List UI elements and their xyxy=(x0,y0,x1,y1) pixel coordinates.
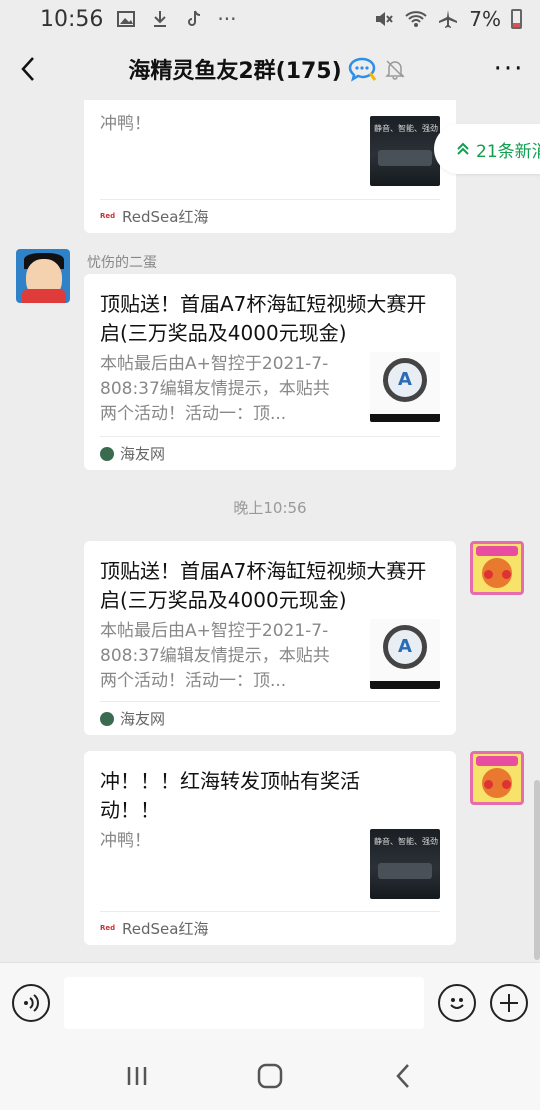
chat-area[interactable]: 冲鸭！ 静音、智能、强劲 Red RedSea红海 21条新消 忧伤的二蛋 顶贴… xyxy=(0,100,540,962)
link-card[interactable]: 冲！！！红海转发顶帖有奖活动！！ 冲鸭！ 静音、智能、强劲 Red RedSea… xyxy=(84,751,456,945)
card-thumbnail: 静音、智能、强劲 xyxy=(370,829,440,899)
smiley-icon xyxy=(450,997,464,1009)
back-button[interactable] xyxy=(0,38,56,100)
timestamp: 晚上10:56 xyxy=(233,499,307,517)
image-icon xyxy=(115,8,137,30)
thumbnail-text: 静音、智能、强劲 xyxy=(374,837,438,846)
card-source: 海友网 xyxy=(100,701,440,735)
more-options-button[interactable]: ··· xyxy=(478,38,540,100)
input-bar xyxy=(0,962,540,1042)
scrollbar[interactable] xyxy=(534,780,540,960)
avatar[interactable] xyxy=(16,249,70,303)
card-thumbnail: A xyxy=(370,619,440,689)
group-name: 海精灵鱼友2群(175) xyxy=(128,59,342,84)
source-name: 海友网 xyxy=(120,710,166,728)
card-source: Red RedSea红海 xyxy=(100,911,440,945)
download-icon xyxy=(149,8,171,30)
system-nav-bar xyxy=(0,1042,540,1110)
recent-apps-icon xyxy=(127,1067,146,1085)
double-chevron-up-icon xyxy=(457,142,469,155)
card-thumbnail: A xyxy=(370,352,440,422)
new-messages-button[interactable]: 21条新消 xyxy=(434,124,540,174)
card-source: Red RedSea红海 xyxy=(100,199,440,233)
voice-icon xyxy=(24,993,39,1012)
back-chevron-icon xyxy=(21,57,34,81)
thumbnail-letter: A xyxy=(398,636,412,657)
haiyou-logo-icon xyxy=(100,711,114,726)
tiktok-icon xyxy=(183,8,205,30)
card-description: 冲鸭！ xyxy=(100,114,151,134)
chat-bubble-icon xyxy=(348,57,376,82)
redsea-logo-icon: Red xyxy=(100,923,116,932)
more-dots-icon: ··· xyxy=(217,7,237,31)
status-time: 10:56 xyxy=(40,6,104,32)
thumbnail-text: 静音、智能、强劲 xyxy=(374,124,438,133)
card-body: 本帖最后由A+智控于2021-7-808:37编辑友情提示，本贴共两个活动！活动… xyxy=(100,619,440,694)
emoji-button[interactable] xyxy=(438,983,476,1022)
status-bar: 10:56 ··· 7% xyxy=(0,0,540,38)
home-button[interactable] xyxy=(246,1052,294,1100)
airplane-icon xyxy=(437,8,459,30)
recent-apps-button[interactable] xyxy=(113,1052,161,1100)
card-description: 本帖最后由A+智控于2021-7-808:37编辑友情提示，本贴共两个活动！活动… xyxy=(100,621,330,691)
chat-header: 海精灵鱼友2群(175) ··· xyxy=(0,38,540,100)
card-title: 冲！！！红海转发顶帖有奖活动！！ xyxy=(100,769,360,822)
source-name: RedSea红海 xyxy=(122,920,209,938)
card-body: 冲鸭！ 静音、智能、强劲 xyxy=(100,112,440,186)
home-icon xyxy=(257,1063,283,1089)
plus-icon xyxy=(500,993,518,1012)
card-description: 本帖最后由A+智控于2021-7-808:37编辑友情提示，本贴共两个活动！活动… xyxy=(100,354,330,424)
source-name: 海友网 xyxy=(120,445,166,463)
source-name: RedSea红海 xyxy=(122,208,209,226)
nav-back-button[interactable] xyxy=(379,1052,427,1100)
message-input[interactable] xyxy=(64,976,424,1029)
link-card[interactable]: 顶贴送！首届A7杯海缸短视频大赛开启(三万奖品及4000元现金) 本帖最后由A+… xyxy=(84,274,456,470)
chat-title: 海精灵鱼友2群(175) xyxy=(56,53,478,85)
haiyou-logo-icon xyxy=(100,446,114,461)
avatar[interactable] xyxy=(470,541,524,595)
card-title: 顶贴送！首届A7杯海缸短视频大赛开启(三万奖品及4000元现金) xyxy=(100,559,427,612)
avatar[interactable] xyxy=(470,751,524,805)
card-source: 海友网 xyxy=(100,436,440,470)
card-body: 本帖最后由A+智控于2021-7-808:37编辑友情提示，本贴共两个活动！活动… xyxy=(100,352,440,427)
mute-icon xyxy=(373,8,395,30)
wifi-icon xyxy=(405,8,427,30)
new-messages-label: 21条新消 xyxy=(476,141,540,162)
link-card[interactable]: 冲鸭！ 静音、智能、强劲 Red RedSea红海 xyxy=(84,100,456,233)
card-title: 顶贴送！首届A7杯海缸短视频大赛开启(三万奖品及4000元现金) xyxy=(100,292,427,345)
battery-icon xyxy=(511,9,522,29)
back-chevron-icon xyxy=(396,1064,410,1088)
thumbnail-letter: A xyxy=(398,369,412,390)
card-thumbnail: 静音、智能、强劲 xyxy=(370,116,440,186)
link-card[interactable]: 顶贴送！首届A7杯海缸短视频大赛开启(三万奖品及4000元现金) 本帖最后由A+… xyxy=(84,541,456,735)
redsea-logo-icon: Red xyxy=(100,211,116,220)
card-description: 冲鸭！ xyxy=(100,831,151,851)
mute-bell-icon xyxy=(384,60,405,80)
card-body: 冲鸭！ 静音、智能、强劲 xyxy=(100,829,440,899)
sender-name: 忧伤的二蛋 xyxy=(87,255,157,271)
voice-button[interactable] xyxy=(12,983,50,1022)
battery-percent: 7% xyxy=(469,7,501,31)
add-button[interactable] xyxy=(490,983,528,1022)
